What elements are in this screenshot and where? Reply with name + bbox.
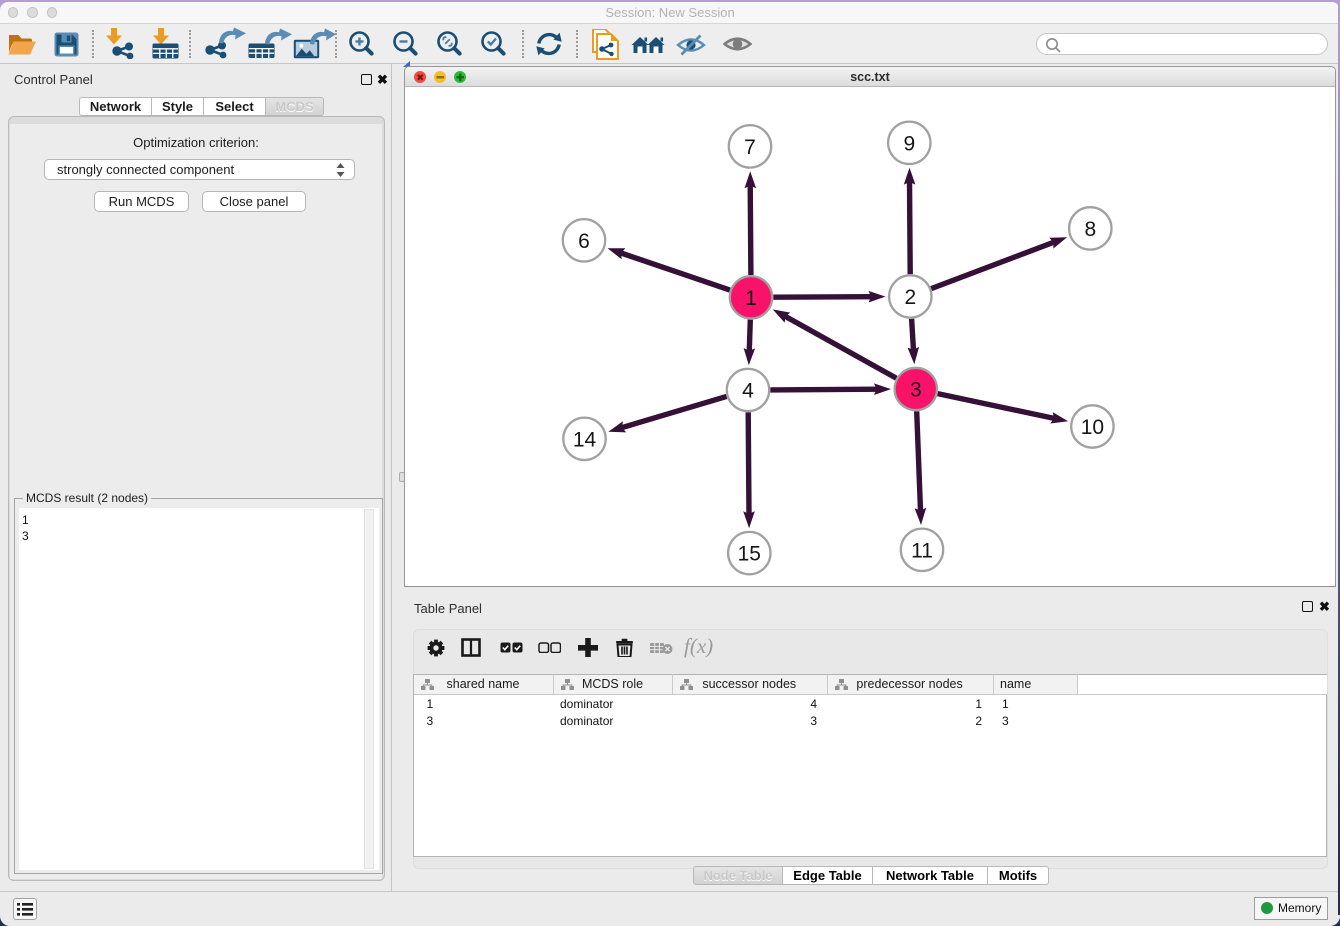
svg-text:7: 7 bbox=[744, 136, 756, 159]
svg-text:1: 1 bbox=[745, 287, 757, 310]
svg-text:14: 14 bbox=[573, 428, 597, 451]
svg-text:8: 8 bbox=[1084, 218, 1096, 241]
svg-text:4: 4 bbox=[742, 380, 754, 403]
svg-text:9: 9 bbox=[903, 132, 915, 155]
svg-text:6: 6 bbox=[578, 230, 590, 253]
svg-text:15: 15 bbox=[738, 543, 761, 566]
svg-text:2: 2 bbox=[904, 286, 916, 309]
svg-text:3: 3 bbox=[910, 379, 922, 402]
svg-text:11: 11 bbox=[911, 539, 933, 562]
svg-text:10: 10 bbox=[1081, 416, 1104, 439]
